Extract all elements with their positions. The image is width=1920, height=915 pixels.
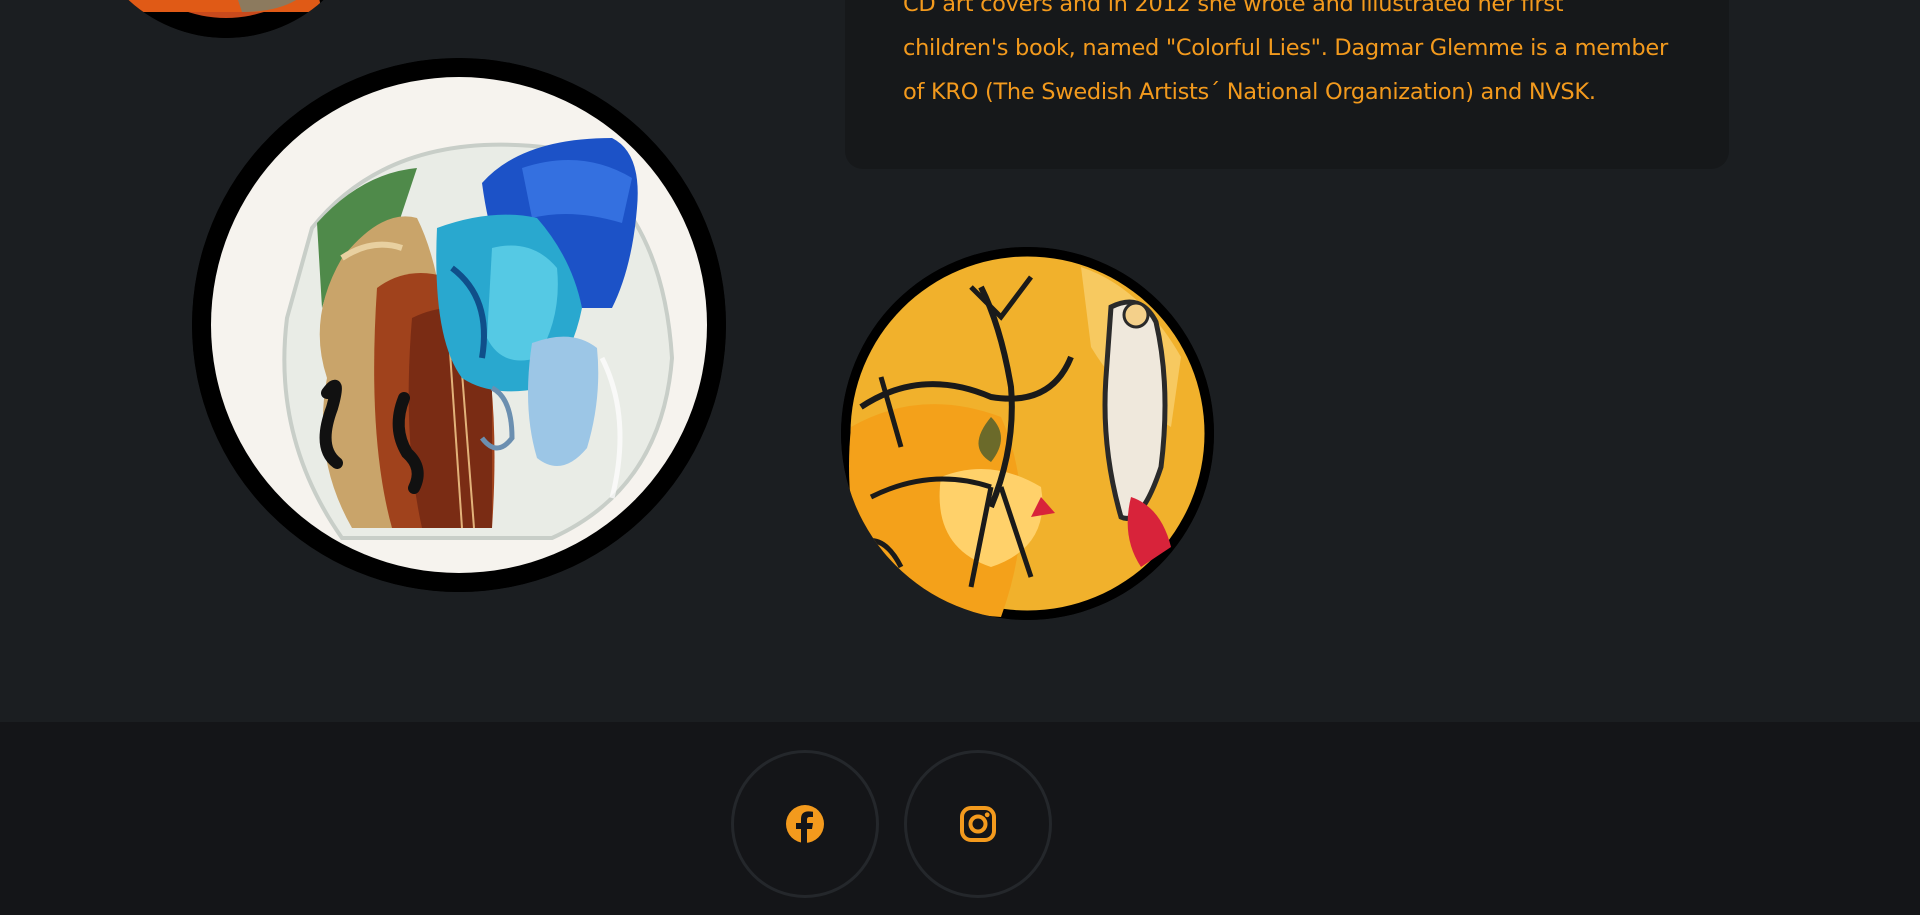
bio-line: CD art covers and in 2012 she wrote and …: [903, 0, 1564, 17]
bio-card: CD art covers and in 2012 she wrote and …: [845, 0, 1729, 169]
bio-line: children's book, named "Colorful Lies". …: [903, 35, 1668, 61]
instagram-button[interactable]: [904, 750, 1052, 898]
artwork-thumbnail-top[interactable]: [82, 0, 370, 38]
artwork-glass-sculpture[interactable]: [192, 58, 726, 592]
bio-line: of KRO (The Swedish Artists´ National Or…: [903, 79, 1596, 105]
instagram-icon: [960, 806, 996, 842]
abstract-painting-image: [841, 247, 1214, 620]
glass-sculpture-image: [192, 58, 726, 592]
facebook-button[interactable]: [731, 750, 879, 898]
main-section: CD art covers and in 2012 she wrote and …: [0, 0, 1920, 722]
facebook-icon: [786, 805, 824, 844]
artwork-abstract-painting[interactable]: [841, 247, 1214, 620]
bio-text: CD art covers and in 2012 she wrote and …: [903, 0, 1693, 114]
painting-thumbnail: [124, 0, 324, 38]
page: CD art covers and in 2012 she wrote and …: [0, 0, 1920, 915]
